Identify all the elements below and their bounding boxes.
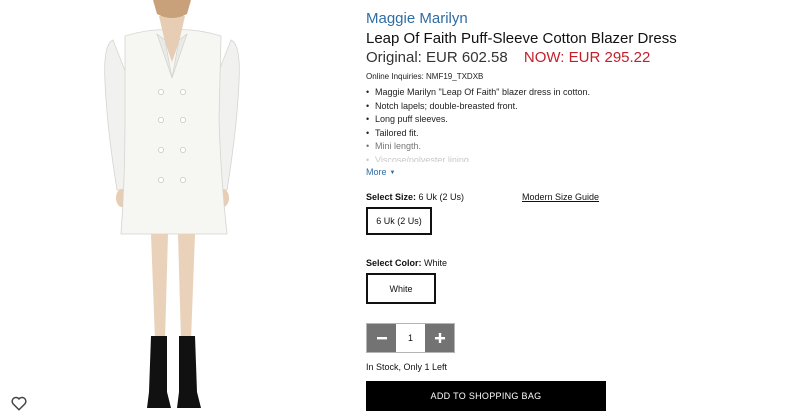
decrease-quantity-button[interactable]	[367, 324, 396, 352]
size-guide-link[interactable]: Modern Size Guide	[522, 192, 599, 202]
price-block: Original: EUR 602.58 NOW: EUR 295.22	[366, 49, 650, 66]
minus-icon	[376, 337, 387, 340]
more-label: More	[366, 167, 387, 177]
quantity-input[interactable]	[396, 324, 425, 352]
color-label-text: Select Color:	[366, 258, 422, 268]
list-item: Maggie Marilyn "Leap Of Faith" blazer dr…	[366, 86, 590, 100]
list-item: Notch lapels; double-breasted front.	[366, 100, 590, 114]
more-button[interactable]: More ▼	[366, 167, 395, 177]
size-label-text: Select Size:	[366, 192, 417, 202]
sale-price: NOW: EUR 295.22	[523, 49, 651, 66]
brand-link[interactable]: Maggie Marilyn	[366, 10, 468, 27]
chevron-down-icon: ▼	[389, 170, 396, 176]
heart-outline-icon[interactable]	[10, 394, 28, 412]
selected-size-value: 6 Uk (2 Us)	[418, 192, 465, 202]
list-item: Tailored fit.	[366, 127, 590, 141]
add-to-bag-button[interactable]: ADD TO SHOPPING BAG	[366, 381, 606, 411]
product-title: Leap Of Faith Puff-Sleeve Cotton Blazer …	[366, 30, 677, 47]
plus-icon	[434, 333, 445, 343]
product-photo[interactable]	[95, 0, 255, 419]
stock-status: In Stock, Only 1 Left	[366, 362, 448, 372]
size-option-button[interactable]: 6 Uk (2 Us)	[366, 207, 432, 235]
quantity-stepper	[366, 323, 455, 353]
select-size-label: Select Size: 6 Uk (2 Us)	[366, 192, 464, 202]
color-option-button[interactable]: White	[366, 273, 436, 304]
product-image-pane	[0, 0, 350, 419]
list-item: Viscose/polyester lining.	[366, 154, 590, 162]
list-item: Long puff sleeves.	[366, 113, 590, 127]
online-inquiries-code: Online Inquiries: NMF19_TXDXB	[366, 72, 484, 81]
select-color-label: Select Color: White	[366, 258, 447, 268]
selected-color-value: White	[424, 258, 448, 268]
increase-quantity-button[interactable]	[425, 324, 454, 352]
feature-list: Maggie Marilyn "Leap Of Faith" blazer dr…	[366, 86, 590, 162]
list-item: Mini length.	[366, 140, 590, 154]
original-price: Original: EUR 602.58	[366, 49, 508, 66]
